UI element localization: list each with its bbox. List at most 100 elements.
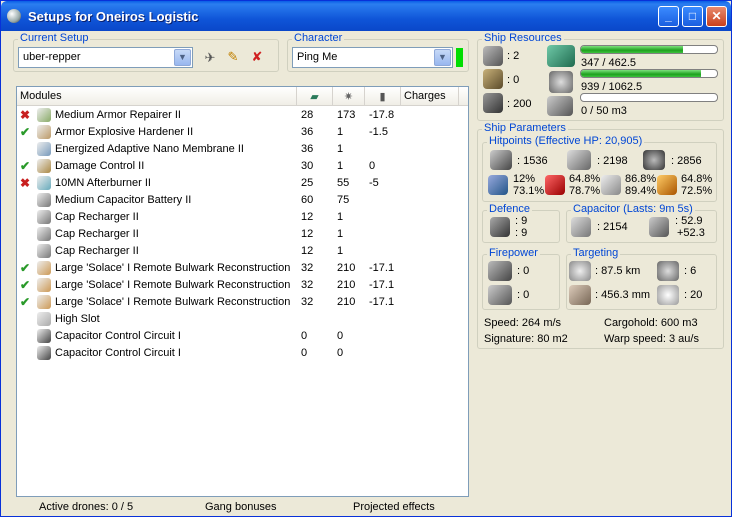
module-capacitor: -5: [369, 177, 379, 189]
module-row[interactable]: ✖ 10MN Afterburner II 25 55 -5: [17, 175, 468, 192]
module-capacitor: -17.1: [369, 279, 395, 291]
module-cpu: 12: [301, 245, 314, 257]
calibration-value: : 200: [507, 98, 532, 110]
minimize-button[interactable]: _: [658, 6, 679, 27]
col-modules[interactable]: Modules: [17, 87, 297, 106]
character-select[interactable]: Ping Me ▼: [292, 47, 453, 68]
col-cpu[interactable]: ▰: [297, 87, 333, 106]
module-cpu: 0: [301, 330, 308, 342]
module-name: Capacitor Control Circuit I: [55, 347, 181, 359]
col-power[interactable]: ✷: [333, 87, 365, 106]
maximize-button[interactable]: □: [682, 6, 703, 27]
modules-list[interactable]: Modules ▰ ✷ ▮ Charges ✖ Medium Armor Repa…: [16, 86, 469, 497]
em-shield-resist: 12%: [513, 173, 536, 185]
capacitor-recharge-icon: [649, 217, 669, 237]
app-icon: [7, 9, 21, 23]
chevron-down-icon[interactable]: ▼: [434, 49, 451, 66]
capacitor-label: Capacitor (Lasts: 9m 5s): [571, 203, 695, 215]
module-icon: [37, 261, 51, 275]
target-range: : 87.5 km: [595, 265, 641, 277]
hull-hp: : 2856: [671, 155, 702, 167]
title-bar[interactable]: Setups for Oneiros Logistic _ □ ✕: [1, 1, 731, 31]
delete-icon[interactable]: ✘: [249, 49, 265, 65]
col-capacitor[interactable]: ▮: [365, 87, 401, 106]
module-name: High Slot: [55, 313, 100, 325]
active-drones-label[interactable]: Active drones: 0 / 5: [39, 501, 133, 513]
speed-value: Speed: 264 m/s: [484, 317, 562, 329]
module-name: 10MN Afterburner II: [55, 177, 151, 189]
module-cpu: 36: [301, 143, 314, 155]
em-resist-icon: [488, 175, 508, 195]
signature-value: Signature: 80 m2: [484, 333, 568, 345]
module-capacitor: 0: [369, 160, 376, 172]
module-name: Medium Armor Repairer II: [55, 109, 181, 121]
module-row[interactable]: Medium Capacitor Battery II 60 75: [17, 192, 468, 209]
drone-bay-icon: [547, 96, 573, 116]
capacitor-icon: [571, 217, 591, 237]
module-row[interactable]: ✖ Medium Armor Repairer II 28 173 -17.8: [17, 107, 468, 124]
gang-bonuses-label[interactable]: Gang bonuses: [205, 501, 277, 513]
rename-icon[interactable]: ✎: [225, 49, 241, 65]
module-row[interactable]: Energized Adaptive Nano Membrane II 36 1: [17, 141, 468, 158]
module-icon: [37, 210, 51, 224]
ship-add-icon[interactable]: ✈: [202, 50, 218, 66]
module-power: 0: [337, 347, 344, 359]
armor-hp: : 2198: [597, 155, 628, 167]
current-setup-label: Current Setup: [18, 32, 91, 44]
module-row[interactable]: ✔ Large 'Solace' I Remote Bulwark Reconst…: [17, 260, 468, 277]
module-row[interactable]: Cap Recharger II 12 1: [17, 226, 468, 243]
active-check-icon[interactable]: ✔: [20, 159, 32, 173]
active-check-icon[interactable]: ✔: [20, 278, 32, 292]
firepower-value-2: : 0: [517, 289, 530, 301]
capacitor-icon: ▮: [379, 91, 386, 103]
module-name: Cap Recharger II: [55, 228, 139, 240]
offline-x-icon[interactable]: ✖: [20, 108, 32, 122]
max-targets: : 6: [684, 265, 697, 277]
module-capacitor: -1.5: [369, 126, 388, 138]
module-capacitor: -17.8: [369, 109, 395, 121]
scan-resolution-icon: [569, 285, 591, 305]
kinetic-shield-resist: 86.8%: [625, 173, 657, 185]
module-name: Armor Explosive Hardener II: [55, 126, 194, 138]
max-targets-icon: [657, 261, 679, 281]
projected-effects-label[interactable]: Projected effects: [353, 501, 435, 513]
em-armor-resist: 73.1%: [513, 185, 545, 197]
module-power: 0: [337, 330, 344, 342]
module-row[interactable]: Capacitor Control Circuit I 0 0: [17, 328, 468, 345]
explosive-armor-resist: 72.5%: [681, 185, 713, 197]
col-charges[interactable]: Charges: [401, 87, 459, 106]
module-row[interactable]: High Slot: [17, 311, 468, 328]
setup-select[interactable]: uber-repper ▼: [18, 47, 193, 68]
module-name: Damage Control II: [55, 160, 145, 172]
module-name: Medium Capacitor Battery II: [55, 194, 192, 206]
kinetic-resist-icon: [601, 175, 621, 195]
module-row[interactable]: Cap Recharger II 12 1: [17, 209, 468, 226]
offline-x-icon[interactable]: ✖: [20, 176, 32, 190]
active-check-icon[interactable]: ✔: [20, 261, 32, 275]
module-row[interactable]: ✔ Large 'Solace' I Remote Bulwark Reconst…: [17, 294, 468, 311]
targeting-label: Targeting: [571, 247, 621, 259]
module-row[interactable]: ✔ Large 'Solace' I Remote Bulwark Reconst…: [17, 277, 468, 294]
modules-header: Modules ▰ ✷ ▮ Charges: [17, 87, 468, 106]
hull-icon: [643, 150, 665, 170]
shield-icon: [490, 150, 512, 170]
thermal-armor-resist: 78.7%: [569, 185, 601, 197]
capacitor-delta-2: +52.3: [677, 227, 705, 239]
chevron-down-icon[interactable]: ▼: [174, 49, 191, 66]
module-cpu: 12: [301, 211, 314, 223]
module-power: 1: [337, 160, 344, 172]
module-row[interactable]: Cap Recharger II 12 1: [17, 243, 468, 260]
defence-value-1: : 9: [515, 215, 528, 227]
module-power: 210: [337, 296, 356, 308]
target-range-icon: [569, 261, 591, 281]
active-check-icon[interactable]: ✔: [20, 295, 32, 309]
module-row[interactable]: Capacitor Control Circuit I 0 0: [17, 345, 468, 362]
close-button[interactable]: ✕: [706, 6, 727, 27]
turret-damage-icon: [488, 261, 512, 281]
module-row[interactable]: ✔ Damage Control II 30 1 0: [17, 158, 468, 175]
module-row[interactable]: ✔ Armor Explosive Hardener II 36 1 -1.5: [17, 124, 468, 141]
module-power: 55: [337, 177, 350, 189]
module-icon: [37, 227, 51, 241]
launcher-icon: [483, 69, 503, 89]
active-check-icon[interactable]: ✔: [20, 125, 32, 139]
